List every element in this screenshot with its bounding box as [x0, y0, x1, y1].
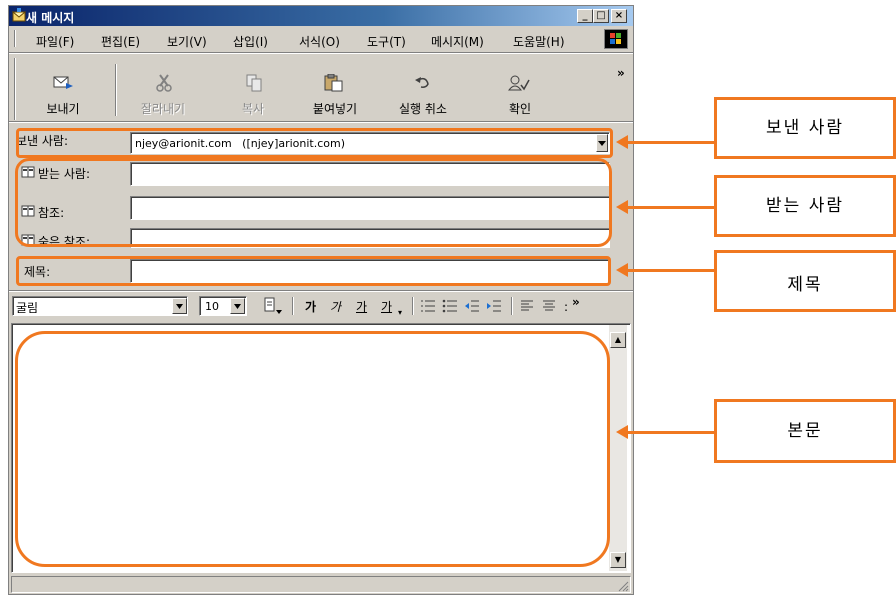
from-highlight-box	[16, 128, 613, 158]
decrease-indent-icon[interactable]	[464, 299, 480, 313]
toolbar-separator-bottom	[9, 121, 633, 123]
arrow-line	[628, 431, 714, 434]
menu-file[interactable]: 파일(F)	[36, 33, 74, 50]
callout-to: 받는 사람	[714, 175, 896, 237]
recipients-highlight-box	[15, 158, 612, 247]
send-button[interactable]: 보내기	[38, 100, 88, 117]
bold-button[interactable]: 가	[305, 298, 316, 315]
copy-button[interactable]: 복사	[230, 100, 276, 117]
check-names-button[interactable]: 확인	[500, 100, 540, 117]
arrow-head-icon	[616, 135, 628, 149]
close-button[interactable]: ×	[611, 9, 627, 23]
menu-insert[interactable]: 삽입(I)	[233, 33, 268, 50]
italic-button[interactable]: 가	[330, 298, 341, 315]
paste-button[interactable]: 붙여넣기	[302, 100, 368, 117]
toolbar-separator	[115, 64, 117, 116]
vertical-scrollbar[interactable]	[609, 325, 627, 571]
paragraph-style-icon	[264, 297, 282, 314]
font-dropdown-button[interactable]	[172, 298, 187, 314]
copy-icon	[244, 74, 266, 92]
scissors-icon	[154, 74, 176, 92]
windows-logo-icon	[604, 29, 628, 49]
toolbar-grip	[14, 58, 16, 120]
body-highlight-box	[15, 331, 610, 567]
toolbar-more-icon: :	[564, 300, 569, 314]
scroll-down-button[interactable]: ▼	[610, 552, 626, 568]
menu-edit[interactable]: 편집(E)	[101, 33, 140, 50]
paragraph-style-button[interactable]	[262, 296, 284, 316]
maximize-button[interactable]: □	[593, 9, 609, 23]
arrow-line	[628, 269, 714, 272]
font-name-value: 굴림	[16, 301, 39, 315]
font-name-select[interactable]	[12, 296, 188, 316]
bullet-list-icon[interactable]	[442, 299, 458, 313]
menu-help[interactable]: 도움말(H)	[513, 33, 565, 50]
send-icon	[52, 74, 74, 92]
resize-grip-icon[interactable]	[617, 580, 629, 592]
window-title: 새 메시지	[26, 11, 75, 25]
undo-icon	[412, 74, 434, 92]
undo-button[interactable]: 실행 취소	[385, 100, 461, 117]
align-left-icon[interactable]	[520, 299, 534, 313]
chevron-down-icon	[176, 304, 183, 309]
arrow-head-icon	[616, 425, 628, 439]
cut-button[interactable]: 잘라내기	[130, 100, 196, 117]
arrow-head-icon	[616, 263, 628, 277]
format-separator	[9, 290, 633, 292]
status-bar	[11, 576, 631, 593]
toolbar-overflow-button[interactable]: »	[617, 66, 625, 80]
increase-indent-icon[interactable]	[486, 299, 502, 313]
font-size-value: 10	[205, 300, 219, 313]
menu-separator	[9, 52, 633, 54]
menu-view[interactable]: 보기(V)	[167, 33, 207, 50]
font-color-button[interactable]: 가	[381, 298, 392, 315]
callout-subject: 제목	[714, 250, 896, 312]
arrow-line	[628, 141, 714, 144]
format-separator-2	[412, 297, 414, 315]
chevron-down-icon: ▾	[398, 308, 403, 317]
menu-format[interactable]: 서식(O)	[299, 33, 340, 50]
align-center-icon[interactable]	[542, 299, 556, 313]
menu-tools[interactable]: 도구(T)	[367, 33, 406, 50]
callout-from: 보낸 사람	[714, 97, 896, 159]
minimize-button[interactable]: _	[577, 9, 593, 23]
title-bar[interactable]	[9, 6, 633, 26]
paste-icon	[323, 73, 345, 92]
scroll-up-button[interactable]: ▲	[610, 332, 626, 348]
callout-body: 본문	[714, 399, 896, 463]
numbered-list-icon[interactable]	[420, 299, 436, 313]
arrow-line	[628, 206, 714, 209]
underline-button[interactable]: 가	[356, 298, 367, 315]
menu-grip	[14, 30, 16, 47]
format-separator-3	[511, 297, 513, 315]
menu-message[interactable]: 메시지(M)	[431, 33, 484, 50]
format-separator-1	[292, 297, 294, 315]
subject-highlight-box	[16, 256, 611, 286]
format-overflow-button[interactable]: »	[572, 295, 580, 309]
size-dropdown-button[interactable]	[230, 298, 245, 314]
new-message-icon	[11, 8, 27, 22]
chevron-down-icon	[234, 304, 241, 309]
arrow-head-icon	[616, 200, 628, 214]
check-names-icon	[507, 74, 530, 92]
